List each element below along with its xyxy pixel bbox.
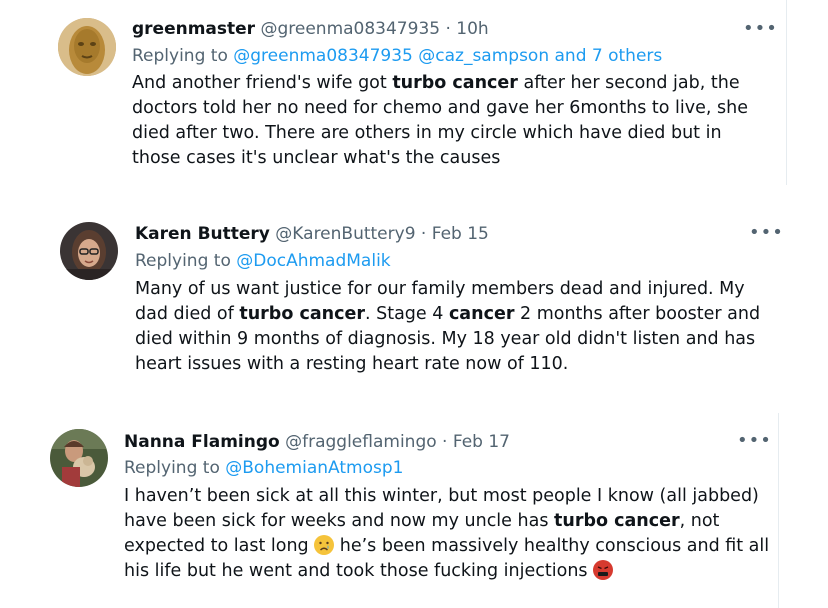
tweet-text-bold: cancer [448,304,515,324]
tweet-text: I haven’t been sick at all this winter, … [124,484,774,584]
cursing-face-emoji [593,560,614,580]
avatar-image [60,222,118,280]
avatar-image [58,18,116,76]
more-options-icon[interactable]: ••• [743,20,778,38]
timestamp[interactable]: Feb 17 [453,432,510,452]
display-name[interactable]: Nanna Flamingo [124,432,280,452]
tweet-header: greenmaster @greenma08347935 · 10h [132,18,489,40]
tweet-text: Many of us want justice for our family m… [135,277,780,377]
replying-to-label: Replying to [135,251,231,271]
tweet-header: Nanna Flamingo @fraggleflamingo · Feb 17 [124,431,510,453]
user-handle[interactable]: @KarenButtery9 [275,224,415,244]
tweet-text-bold: turbo cancer [554,511,680,531]
replying-to-link[interactable]: @BohemianAtmosp1 [225,458,403,478]
replying-to-link[interactable]: @greenma08347935 @caz_sampson and 7 othe… [233,46,662,66]
replying-to: Replying to @greenma08347935 @caz_sampso… [132,45,662,67]
woman-holding-dog-avatar[interactable] [50,429,108,487]
replying-to-label: Replying to [132,46,228,66]
tweet-text-bold: turbo cancer [392,73,518,93]
timestamp[interactable]: Feb 15 [432,224,489,244]
user-handle[interactable]: @greenma08347935 [260,19,440,39]
user-handle[interactable]: @fraggleflamingo [285,432,437,452]
more-options-icon[interactable]: ••• [749,224,784,242]
display-name[interactable]: Karen Buttery [135,224,270,244]
replying-to-link[interactable]: @DocAhmadMalik [236,251,390,271]
gold-face-mask-avatar[interactable] [58,18,116,76]
crying-face-emoji [314,535,335,555]
tweet-text-part: . Stage 4 [364,304,449,324]
separator: · [445,19,451,39]
more-options-icon[interactable]: ••• [737,432,772,450]
display-name[interactable]: greenmaster [132,19,255,39]
right-border [778,413,779,608]
tweet-text-part: And another friend's wife got [132,73,393,93]
replying-to-label: Replying to [124,458,220,478]
tweet-greenmaster[interactable]: greenmaster @greenma08347935 · 10h ••• R… [40,0,788,185]
timestamp[interactable]: 10h [456,19,488,39]
tweet-text-bold: turbo cancer [239,304,365,324]
tweet-header: Karen Buttery @KarenButtery9 · Feb 15 [135,223,489,245]
tweet-karen-buttery[interactable]: Karen Buttery @KarenButtery9 · Feb 15 ••… [44,205,792,390]
replying-to: Replying to @DocAhmadMalik [135,250,391,272]
replying-to: Replying to @BohemianAtmosp1 [124,457,403,479]
tweet-nanna-flamingo[interactable]: Nanna Flamingo @fraggleflamingo · Feb 17… [34,413,782,608]
tweet-text: And another friend's wife got turbo canc… [132,71,772,171]
right-border [786,0,787,185]
separator: · [420,224,427,244]
avatar-image [50,429,108,487]
separator: · [442,432,448,452]
woman-with-glasses-avatar[interactable] [60,222,118,280]
